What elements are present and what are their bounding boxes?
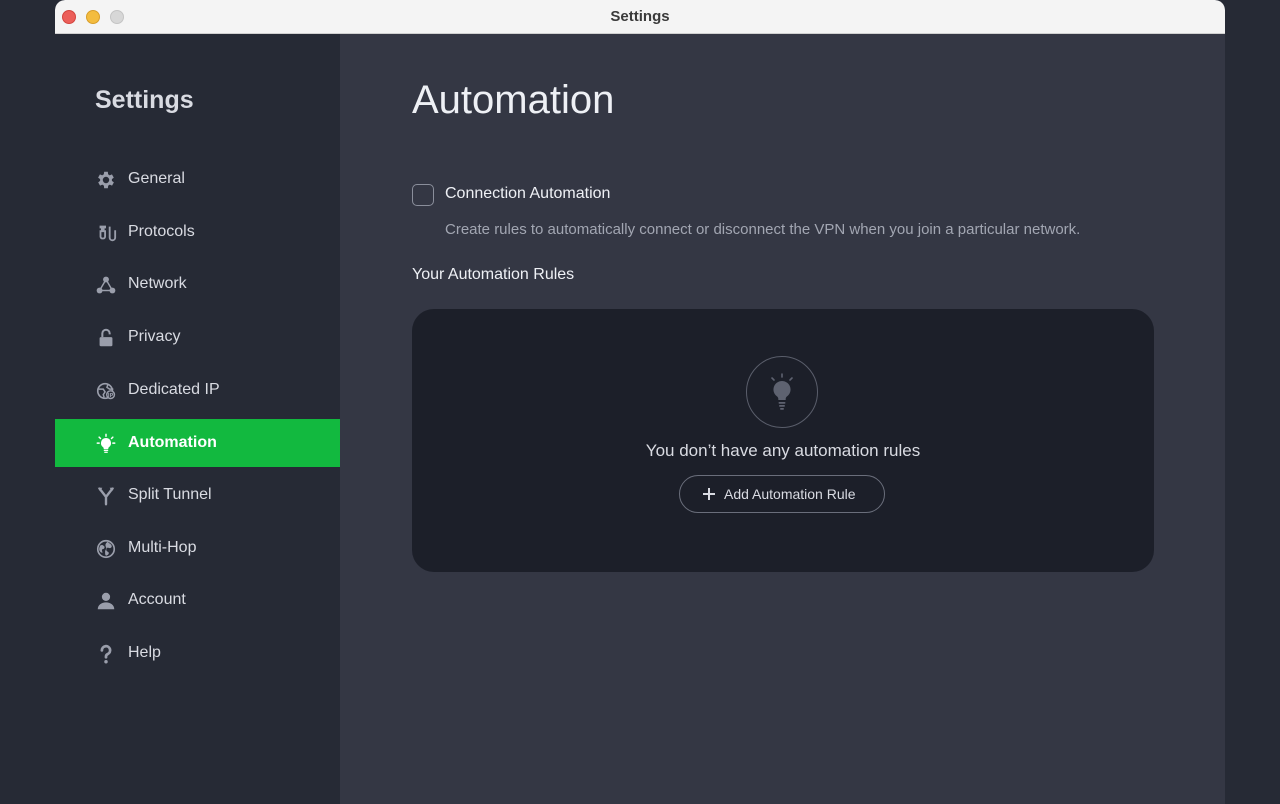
empty-state-icon-circle bbox=[746, 356, 818, 428]
split-tunnel-icon bbox=[95, 485, 117, 507]
sidebar-item-multi-hop[interactable]: Multi-Hop bbox=[55, 524, 340, 572]
settings-window: Settings Settings General Protocols Netw… bbox=[55, 0, 1225, 804]
desktop-background-left bbox=[0, 0, 55, 804]
sidebar-item-label: Account bbox=[128, 591, 186, 608]
desktop-background-right bbox=[1225, 0, 1280, 804]
sidebar-item-dedicated-ip[interactable]: IP Dedicated IP bbox=[55, 366, 340, 414]
gear-icon bbox=[95, 169, 117, 191]
title-bar: Settings bbox=[55, 0, 1225, 34]
automation-rules-heading: Your Automation Rules bbox=[412, 266, 575, 283]
lightbulb-icon bbox=[95, 433, 117, 455]
sidebar-item-network[interactable]: Network bbox=[55, 260, 340, 308]
window-title: Settings bbox=[610, 8, 670, 25]
sidebar-item-label: General bbox=[128, 170, 185, 187]
svg-text:IP: IP bbox=[108, 393, 114, 399]
main-content: Automation Connection Automation Create … bbox=[340, 34, 1225, 804]
dedicated-ip-icon: IP bbox=[95, 380, 117, 402]
sidebar-item-label: Protocols bbox=[128, 223, 195, 240]
sidebar-item-privacy[interactable]: Privacy bbox=[55, 313, 340, 361]
person-icon bbox=[95, 590, 117, 612]
connection-automation-label: Connection Automation bbox=[445, 185, 611, 202]
page-title: Automation bbox=[412, 78, 615, 122]
add-automation-rule-label: Add Automation Rule bbox=[724, 486, 856, 502]
sidebar-item-label: Dedicated IP bbox=[128, 381, 220, 398]
sidebar: Settings General Protocols Network Priva… bbox=[55, 34, 340, 804]
lightbulb-icon bbox=[771, 373, 793, 410]
sidebar-item-label: Network bbox=[128, 275, 187, 292]
sidebar-item-automation[interactable]: Automation bbox=[55, 419, 340, 467]
network-icon bbox=[95, 274, 117, 296]
lock-icon bbox=[95, 327, 117, 349]
sidebar-title: Settings bbox=[95, 86, 194, 114]
protocols-icon bbox=[95, 222, 117, 244]
sidebar-item-help[interactable]: Help bbox=[55, 629, 340, 677]
add-automation-rule-button[interactable]: Add Automation Rule bbox=[679, 475, 885, 513]
question-icon bbox=[95, 643, 117, 665]
sidebar-item-label: Multi-Hop bbox=[128, 539, 197, 556]
sidebar-item-split-tunnel[interactable]: Split Tunnel bbox=[55, 471, 340, 519]
sidebar-item-account[interactable]: Account bbox=[55, 576, 340, 624]
connection-automation-checkbox[interactable] bbox=[412, 184, 434, 206]
sidebar-item-label: Privacy bbox=[128, 328, 181, 345]
connection-automation-description: Create rules to automatically connect or… bbox=[445, 221, 1081, 238]
automation-rules-panel: You don’t have any automation rules Add … bbox=[412, 309, 1154, 572]
empty-state-message: You don’t have any automation rules bbox=[645, 441, 921, 460]
sidebar-item-general[interactable]: General bbox=[55, 155, 340, 203]
globe-icon bbox=[95, 538, 117, 560]
sidebar-item-label: Automation bbox=[128, 434, 217, 451]
sidebar-item-label: Help bbox=[128, 644, 161, 661]
sidebar-item-protocols[interactable]: Protocols bbox=[55, 208, 340, 256]
plus-icon bbox=[703, 488, 715, 500]
sidebar-item-label: Split Tunnel bbox=[128, 486, 212, 503]
